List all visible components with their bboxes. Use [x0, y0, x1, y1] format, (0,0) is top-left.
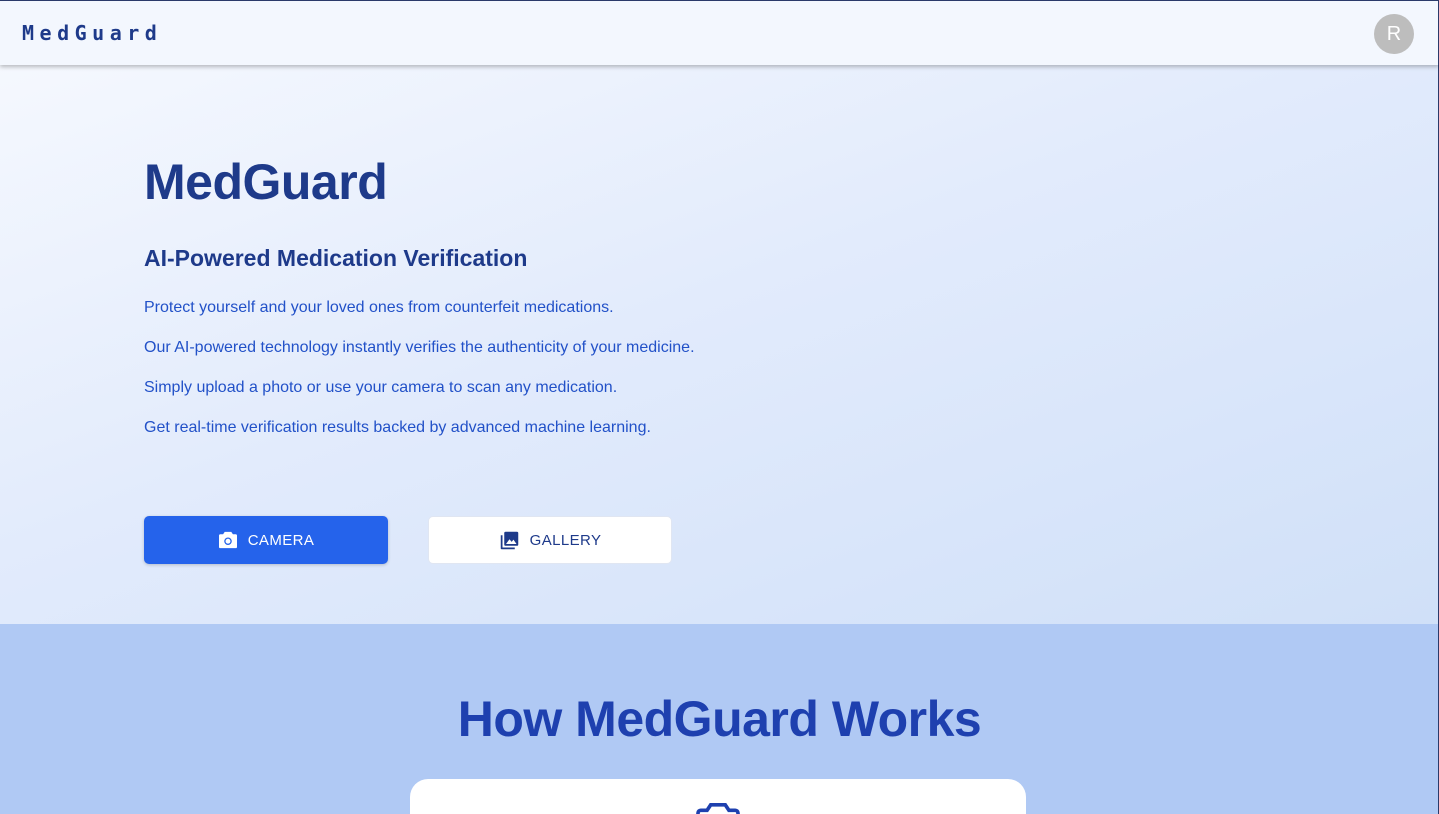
hero-description-line: Our AI-powered technology instantly veri…: [144, 339, 695, 356]
gallery-button-label: GALLERY: [529, 531, 602, 549]
photo-library-icon: [499, 530, 520, 551]
hero-description-line: Protect yourself and your loved ones fro…: [144, 299, 614, 316]
brand-logo[interactable]: MedGuard: [22, 21, 162, 45]
how-it-works-section: How MedGuard Works: [0, 624, 1439, 814]
hero-title: MedGuard: [144, 154, 388, 210]
user-avatar[interactable]: R: [1374, 14, 1414, 54]
camera-icon: [696, 803, 740, 814]
how-it-works-title: How MedGuard Works: [457, 691, 982, 747]
camera-button-label: CAMERA: [247, 531, 315, 549]
hero-section: MedGuard AI-Powered Medication Verificat…: [0, 65, 1439, 624]
camera-button[interactable]: CAMERA: [144, 516, 388, 564]
app-bar: MedGuard R: [0, 0, 1439, 65]
feature-card: [410, 779, 1026, 814]
camera-icon: [218, 531, 238, 549]
hero-description-line: Simply upload a photo or use your camera…: [144, 379, 618, 396]
hero-description-line: Get real-time verification results backe…: [144, 419, 651, 436]
hero-subtitle: AI-Powered Medication Verification: [144, 245, 528, 271]
gallery-button[interactable]: GALLERY: [428, 516, 672, 564]
